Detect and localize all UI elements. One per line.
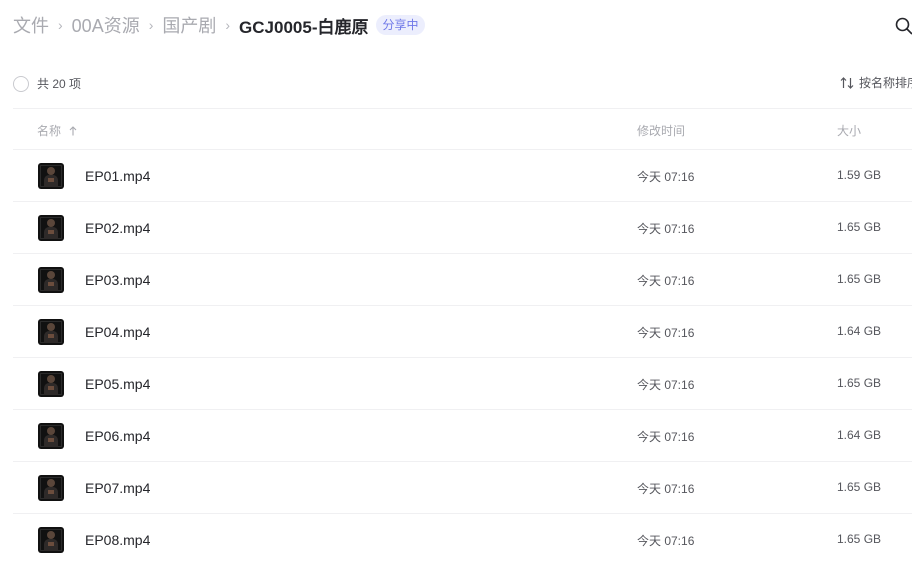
thumbnail-figure-detail — [48, 490, 54, 494]
table-row[interactable]: EP05.mp4 今天 07:16 1.65 GB — [13, 358, 912, 410]
video-thumbnail — [38, 215, 64, 241]
breadcrumb-separator: › — [58, 17, 63, 33]
breadcrumb-item-domestic-drama[interactable]: 国产剧 — [162, 12, 216, 38]
column-header-name[interactable]: 名称 — [37, 122, 77, 139]
file-modified-time: 今天 07:16 — [637, 534, 695, 548]
thumbnail-figure-detail — [48, 282, 54, 286]
file-size: 1.64 GB — [837, 428, 882, 442]
table-row[interactable]: EP01.mp4 今天 07:16 1.59 GB — [13, 150, 912, 202]
search-icon[interactable] — [894, 16, 912, 36]
video-thumbnail — [38, 371, 64, 397]
file-list: EP01.mp4 今天 07:16 1.59 GB EP02.mp4 今天 07:16 1… — [13, 150, 912, 565]
thumbnail-figure-detail — [48, 438, 54, 442]
file-name[interactable]: EP07.mp4 — [85, 480, 150, 496]
table-row[interactable]: EP02.mp4 今天 07:16 1.65 GB — [13, 202, 912, 254]
file-name[interactable]: EP06.mp4 — [85, 428, 150, 444]
thumbnail-figure-head — [47, 219, 55, 227]
thumbnail-figure-head — [47, 531, 55, 539]
table-row[interactable]: EP06.mp4 今天 07:16 1.64 GB — [13, 410, 912, 462]
breadcrumb-separator: › — [225, 17, 231, 33]
sort-arrows-icon — [840, 76, 854, 89]
item-count: 共 20 项 — [37, 77, 82, 91]
file-browser-page: 文件 › 00A资源 › 国产剧 › GCJ0005-白鹿原 分享中 共 20 … — [0, 0, 912, 565]
file-size: 1.65 GB — [837, 480, 882, 494]
breadcrumb: 文件 › 00A资源 › 国产剧 › GCJ0005-白鹿原 分享中 — [13, 12, 425, 38]
video-thumbnail — [38, 475, 64, 501]
thumbnail-figure-head — [47, 323, 55, 331]
sort-button[interactable]: 按名称排序 — [840, 74, 912, 91]
file-modified-time: 今天 07:16 — [637, 170, 695, 184]
thumbnail-figure-head — [47, 479, 55, 487]
file-name[interactable]: EP02.mp4 — [85, 220, 150, 236]
video-thumbnail — [38, 319, 64, 345]
file-modified-time: 今天 07:16 — [637, 274, 695, 288]
table-header: 名称 修改时间 大小 — [13, 109, 912, 149]
file-size: 1.64 GB — [837, 324, 882, 338]
thumbnail-figure-head — [47, 167, 55, 175]
file-modified-time: 今天 07:16 — [637, 326, 695, 340]
file-name[interactable]: EP01.mp4 — [85, 168, 150, 184]
file-name[interactable]: EP05.mp4 — [85, 376, 150, 392]
video-thumbnail — [38, 527, 64, 553]
thumbnail-figure-detail — [48, 542, 54, 546]
file-name[interactable]: EP04.mp4 — [85, 324, 150, 340]
thumbnail-figure-head — [47, 427, 55, 435]
file-modified-time: 今天 07:16 — [637, 222, 695, 236]
thumbnail-figure-detail — [48, 230, 54, 234]
file-size: 1.65 GB — [837, 220, 882, 234]
thumbnail-figure-detail — [48, 386, 54, 390]
table-row[interactable]: EP03.mp4 今天 07:16 1.65 GB — [13, 254, 912, 306]
sharing-status-badge: 分享中 — [376, 15, 425, 35]
thumbnail-figure-head — [47, 375, 55, 383]
file-size: 1.65 GB — [837, 272, 882, 286]
file-name[interactable]: EP03.mp4 — [85, 272, 150, 288]
breadcrumb-current-folder: GCJ0005-白鹿原 — [239, 17, 369, 37]
breadcrumb-separator: › — [148, 17, 154, 33]
thumbnail-figure-head — [47, 271, 55, 279]
file-modified-time: 今天 07:16 — [637, 378, 695, 392]
column-header-size[interactable]: 大小 — [837, 122, 861, 139]
file-modified-time: 今天 07:16 — [637, 482, 695, 496]
table-row[interactable]: EP04.mp4 今天 07:16 1.64 GB — [13, 306, 912, 358]
video-thumbnail — [38, 423, 64, 449]
file-size: 1.65 GB — [837, 376, 882, 390]
table-row[interactable]: EP08.mp4 今天 07:16 1.65 GB — [13, 514, 912, 565]
file-size: 1.59 GB — [837, 168, 882, 182]
thumbnail-figure-detail — [48, 178, 54, 182]
select-all-checkbox[interactable] — [13, 76, 29, 92]
sort-label: 按名称排序 — [859, 76, 912, 90]
table-row[interactable]: EP07.mp4 今天 07:16 1.65 GB — [13, 462, 912, 514]
breadcrumb-item-files[interactable]: 文件 — [13, 12, 49, 38]
video-thumbnail — [38, 267, 64, 293]
file-name[interactable]: EP08.mp4 — [85, 532, 150, 548]
video-thumbnail — [38, 163, 64, 189]
arrow-up-icon — [69, 125, 77, 135]
breadcrumb-item-00a-resources[interactable]: 00A资源 — [72, 12, 140, 38]
column-header-modified[interactable]: 修改时间 — [637, 122, 685, 139]
column-header-name-label: 名称 — [37, 124, 62, 138]
file-modified-time: 今天 07:16 — [637, 430, 695, 444]
file-size: 1.65 GB — [837, 532, 882, 546]
thumbnail-figure-detail — [48, 334, 54, 338]
